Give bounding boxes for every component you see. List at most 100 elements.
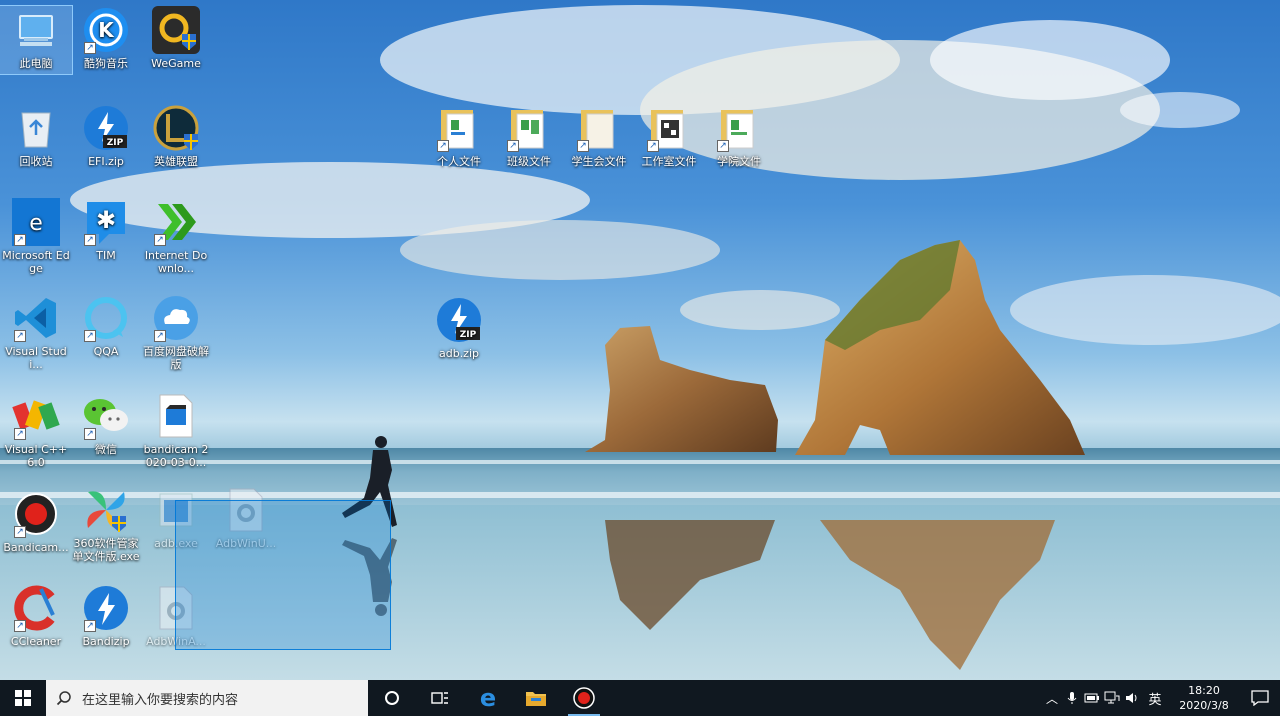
visual-cpp-icon: ↗ [12, 392, 60, 440]
desktop-icon-label: 学院文件 [717, 155, 761, 168]
desktop-icon-label: TIM [96, 249, 116, 262]
desktop-folder-personal[interactable]: ↗ 个人文件 [423, 104, 495, 168]
folder-icon: ↗ [715, 104, 763, 152]
shortcut-arrow-icon: ↗ [437, 140, 449, 152]
league-of-legends-icon [152, 104, 200, 152]
battery-icon[interactable] [1082, 680, 1102, 716]
desktop-icon-label: adb.zip [438, 347, 479, 360]
desktop-icon-bandicam[interactable]: ↗ Bandicam... [0, 490, 72, 554]
shortcut-arrow-icon: ↗ [154, 234, 166, 246]
desktop-icon-label: Visual Studi... [5, 345, 67, 371]
desktop-icon-label: Bandizip [82, 635, 130, 648]
volume-icon[interactable] [1122, 680, 1142, 716]
microphone-icon[interactable] [1062, 680, 1082, 716]
desktop-icon-label: 学生会文件 [571, 155, 627, 168]
desktop-icon-vcpp[interactable]: ↗ Visual C++ 6.0 [0, 392, 72, 469]
shortcut-arrow-icon: ↗ [84, 620, 96, 632]
svg-text:K: K [98, 18, 115, 42]
desktop-icon-label: 百度网盘破解版 [143, 345, 209, 371]
desktop-folder-student-union[interactable]: ↗ 学生会文件 [563, 104, 635, 168]
shortcut-arrow-icon: ↗ [507, 140, 519, 152]
shortcut-arrow-icon: ↗ [717, 140, 729, 152]
search-icon [56, 691, 71, 706]
desktop-icon-label: 工作室文件 [641, 155, 697, 168]
desktop-icon-tim[interactable]: ✱ ↗ TIM [70, 198, 142, 262]
desktop-icon-bandicam-file[interactable]: bandicam 2020-03-0... [140, 392, 212, 469]
desktop-icon-edge[interactable]: e ↗ Microsoft Edge [0, 198, 72, 275]
cortana-button[interactable] [368, 680, 416, 716]
clock-date: 2020/3/8 [1179, 699, 1229, 712]
network-icon[interactable] [1102, 680, 1122, 716]
folder-icon: ↗ [505, 104, 553, 152]
shortcut-arrow-icon: ↗ [14, 428, 26, 440]
task-view-button[interactable] [416, 680, 464, 716]
desktop-icon-360-soft[interactable]: 360软件管家单文件版.exe [70, 486, 142, 563]
desktop-icon-label: QQA [93, 345, 119, 358]
start-button[interactable] [0, 680, 46, 716]
shortcut-arrow-icon: ↗ [577, 140, 589, 152]
desktop-icon-bandizip[interactable]: ↗ Bandizip [70, 584, 142, 648]
desktop-icon-idm[interactable]: ↗ Internet Downlo... [140, 198, 212, 275]
download-manager-icon: ↗ [152, 198, 200, 246]
desktop-folder-class[interactable]: ↗ 班级文件 [493, 104, 565, 168]
bandicam-record-icon [573, 687, 595, 709]
system-tray: ︿ 英 18:20 2020/3/8 [1042, 680, 1280, 716]
shortcut-arrow-icon: ↗ [647, 140, 659, 152]
desktop-icon-recycle-bin[interactable]: 回收站 [0, 104, 72, 168]
taskbar-file-explorer[interactable] [512, 680, 560, 716]
taskbar-edge[interactable]: e [464, 680, 512, 716]
shortcut-arrow-icon: ↗ [14, 330, 26, 342]
desktop-icon-label: 360软件管家单文件版.exe [72, 537, 140, 563]
desktop-folder-college[interactable]: ↗ 学院文件 [703, 104, 775, 168]
input-method-indicator[interactable]: 英 [1142, 680, 1168, 716]
computer-icon [12, 6, 60, 54]
desktop-icon-adb-zip[interactable]: ZIP adb.zip [423, 296, 495, 360]
desktop-icon-lol[interactable]: 英雄联盟 [140, 104, 212, 168]
svg-text:e: e [29, 211, 43, 236]
desktop-icon-label: CCleaner [10, 635, 62, 648]
kugou-icon: K ↗ [82, 6, 130, 54]
desktop-icon-label: 个人文件 [437, 155, 481, 168]
desktop-icon-ccleaner[interactable]: ↗ CCleaner [0, 584, 72, 648]
desktop-icon-vscode[interactable]: ↗ Visual Studi... [0, 294, 72, 371]
taskbar: 在这里输入你要搜索的内容 e ︿ 英 18:20 2020/3/8 [0, 680, 1280, 716]
bandizip-icon: ↗ [82, 584, 130, 632]
edge-icon: e [479, 684, 497, 712]
desktop-folder-studio[interactable]: ↗ 工作室文件 [633, 104, 705, 168]
desktop-icon-this-pc[interactable]: 此电脑 [0, 5, 73, 75]
desktop-icon-label: Visual C++ 6.0 [4, 443, 68, 469]
shortcut-arrow-icon: ↗ [14, 620, 26, 632]
zip-archive-icon: ZIP [82, 104, 130, 152]
vscode-icon: ↗ [12, 294, 60, 342]
taskbar-search-box[interactable]: 在这里输入你要搜索的内容 [46, 680, 368, 716]
edge-icon: e ↗ [12, 198, 60, 246]
desktop-icon-baidu-netdisk[interactable]: ↗ 百度网盘破解版 [140, 294, 212, 371]
desktop-icon-label: Bandicam... [3, 541, 69, 554]
svg-text:ZIP: ZIP [460, 330, 477, 340]
tim-icon: ✱ ↗ [82, 198, 130, 246]
search-placeholder: 在这里输入你要搜索的内容 [82, 692, 239, 708]
folder-icon: ↗ [435, 104, 483, 152]
shortcut-arrow-icon: ↗ [14, 234, 26, 246]
cortana-circle-icon [385, 691, 399, 705]
desktop-icon-label: 此电脑 [19, 57, 53, 70]
qqa-icon: ↗ [82, 294, 130, 342]
desktop-icon-wegame[interactable]: WeGame [140, 6, 212, 70]
desktop[interactable]: 此电脑 回收站 e ↗ Microsoft Edge ↗ Visual Stud… [0, 0, 1280, 680]
shortcut-arrow-icon: ↗ [154, 330, 166, 342]
desktop-icon-label: Internet Downlo... [144, 249, 208, 275]
taskbar-bandicam[interactable] [560, 680, 608, 716]
desktop-icon-kugou[interactable]: K ↗ 酷狗音乐 [70, 6, 142, 70]
desktop-icon-efi-zip[interactable]: ZIP EFI.zip [70, 104, 142, 168]
desktop-icon-label: Microsoft Edge [2, 249, 70, 275]
desktop-icon-label: bandicam 2020-03-0... [143, 443, 209, 469]
cloud-icon: ↗ [152, 294, 200, 342]
taskbar-clock[interactable]: 18:20 2020/3/8 [1174, 683, 1234, 713]
show-hidden-icons-chevron-icon[interactable]: ︿ [1042, 680, 1062, 716]
desktop-icon-qqa[interactable]: ↗ QQA [70, 294, 142, 358]
notification-icon [1251, 690, 1269, 706]
action-center-button[interactable] [1240, 680, 1280, 716]
desktop-icon-wechat[interactable]: ↗ 微信 [70, 392, 142, 456]
desktop-icon-label: EFI.zip [88, 155, 124, 168]
desktop-icon-label: 微信 [95, 443, 117, 456]
